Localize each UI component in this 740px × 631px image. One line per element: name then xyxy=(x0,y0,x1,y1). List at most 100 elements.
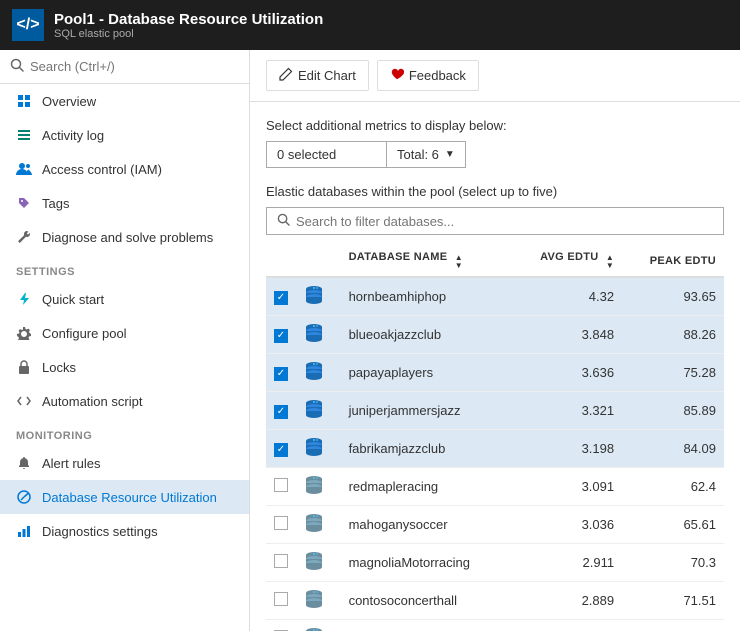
db-name: papayaplayers xyxy=(341,354,511,392)
col-peak-edtu: PEAK EDTU xyxy=(622,245,724,277)
table-row[interactable]: contosoconcerthall2.88971.51 xyxy=(266,582,724,620)
db-icon-cell xyxy=(296,544,341,582)
row-checkbox[interactable] xyxy=(266,620,296,631)
avg-edtu: 2.889 xyxy=(511,582,622,620)
settings-section-label: SETTINGS xyxy=(0,254,249,282)
db-name: redmapleracing xyxy=(341,468,511,506)
flash-icon xyxy=(16,291,32,307)
table-row[interactable]: magnoliaMotorracing2.91170.3 xyxy=(266,544,724,582)
edit-chart-button[interactable]: Edit Chart xyxy=(266,60,369,91)
db-icon-cell xyxy=(296,392,341,430)
sidebar-item-tags[interactable]: Tags xyxy=(0,186,249,220)
unchecked-icon xyxy=(274,478,288,492)
list-icon xyxy=(16,127,32,143)
people-icon xyxy=(16,161,32,177)
sidebar-item-alert-rules[interactable]: Alert rules xyxy=(0,446,249,480)
table-row[interactable]: ✓ juniperjammersjazz3.32185.89 xyxy=(266,392,724,430)
avg-edtu: 3.091 xyxy=(511,468,622,506)
peak-edtu: 70.3 xyxy=(622,544,724,582)
overview-label: Overview xyxy=(42,94,96,109)
feedback-button[interactable]: Feedback xyxy=(377,60,479,91)
sidebar-item-automation-script[interactable]: Automation script xyxy=(0,384,249,418)
db-search-input[interactable] xyxy=(296,214,713,229)
checked-icon: ✓ xyxy=(274,443,288,457)
sort-arrows-name: ▲▼ xyxy=(455,254,463,270)
row-checkbox[interactable] xyxy=(266,468,296,506)
row-checkbox[interactable]: ✓ xyxy=(266,354,296,392)
sidebar-item-configure-pool[interactable]: Configure pool xyxy=(0,316,249,350)
toolbar: Edit Chart Feedback xyxy=(250,50,740,102)
database-table: DATABASE NAME ▲▼ AVG EDTU ▲▼ PEAK EDTU ✓ xyxy=(266,245,724,631)
sidebar-item-activity-log[interactable]: Activity log xyxy=(0,118,249,152)
metrics-section-label: Select additional metrics to display bel… xyxy=(266,118,724,133)
sidebar-item-diagnostics[interactable]: Diagnostics settings xyxy=(0,514,249,548)
row-checkbox[interactable] xyxy=(266,506,296,544)
col-db-name[interactable]: DATABASE NAME ▲▼ xyxy=(341,245,511,277)
header: </> Pool1 - Database Resource Utilizatio… xyxy=(0,0,740,50)
table-row[interactable]: dogwooddojo2.73157.49 xyxy=(266,620,724,631)
col-avg-edtu[interactable]: AVG EDTU ▲▼ xyxy=(511,245,622,277)
activity-log-label: Activity log xyxy=(42,128,104,143)
configure-pool-label: Configure pool xyxy=(42,326,127,341)
table-row[interactable]: ✓ hornbeamhiphop4.3293.65 xyxy=(266,277,724,316)
pencil-icon xyxy=(279,67,293,84)
db-name: juniperjammersjazz xyxy=(341,392,511,430)
table-row[interactable]: ✓ fabrikamjazzclub3.19884.09 xyxy=(266,430,724,468)
table-row[interactable]: ✓ blueoakjazzclub3.84888.26 xyxy=(266,316,724,354)
database-icon xyxy=(304,360,324,382)
sidebar-item-diagnose[interactable]: Diagnose and solve problems xyxy=(0,220,249,254)
row-checkbox[interactable] xyxy=(266,544,296,582)
table-row[interactable]: redmapleracing3.09162.4 xyxy=(266,468,724,506)
locks-label: Locks xyxy=(42,360,76,375)
diagnostics-label: Diagnostics settings xyxy=(42,524,158,539)
edit-chart-label: Edit Chart xyxy=(298,68,356,83)
sidebar-item-overview[interactable]: Overview xyxy=(0,84,249,118)
metrics-total-dropdown[interactable]: Total: 6 ▼ xyxy=(386,141,466,168)
page-title: Pool1 - Database Resource Utilization xyxy=(54,11,323,28)
sidebar-item-locks[interactable]: Locks xyxy=(0,350,249,384)
sidebar-item-access-control[interactable]: Access control (IAM) xyxy=(0,152,249,186)
checked-icon: ✓ xyxy=(274,329,288,343)
db-name: contosoconcerthall xyxy=(341,582,511,620)
db-search-box[interactable] xyxy=(266,207,724,235)
database-icon xyxy=(304,550,324,572)
db-icon-cell xyxy=(296,316,341,354)
quick-start-label: Quick start xyxy=(42,292,104,307)
database-icon xyxy=(304,474,324,496)
db-icon-cell xyxy=(296,354,341,392)
search-box[interactable] xyxy=(0,50,249,84)
search-icon xyxy=(10,58,24,75)
lock-icon xyxy=(16,359,32,375)
sidebar-item-db-resource[interactable]: Database Resource Utilization xyxy=(0,480,249,514)
row-checkbox[interactable]: ✓ xyxy=(266,430,296,468)
app-icon: </> xyxy=(12,9,44,41)
metrics-selected-display: 0 selected xyxy=(266,141,386,168)
database-icon xyxy=(304,284,324,306)
row-checkbox[interactable]: ✓ xyxy=(266,316,296,354)
col-icon xyxy=(296,245,341,277)
automation-script-label: Automation script xyxy=(42,394,142,409)
chevron-down-icon: ▼ xyxy=(445,149,455,160)
db-resource-label: Database Resource Utilization xyxy=(42,490,217,505)
peak-edtu: 71.51 xyxy=(622,582,724,620)
diagnose-label: Diagnose and solve problems xyxy=(42,230,213,245)
row-checkbox[interactable] xyxy=(266,582,296,620)
checked-icon: ✓ xyxy=(274,367,288,381)
wrench-icon xyxy=(16,229,32,245)
peak-edtu: 93.65 xyxy=(622,277,724,316)
row-checkbox[interactable]: ✓ xyxy=(266,392,296,430)
col-check xyxy=(266,245,296,277)
alert-rules-label: Alert rules xyxy=(42,456,101,471)
db-search-icon xyxy=(277,213,290,229)
metrics-total-label: Total: 6 xyxy=(397,147,439,162)
table-row[interactable]: ✓ papayaplayers3.63675.28 xyxy=(266,354,724,392)
metrics-select-control[interactable]: 0 selected Total: 6 ▼ xyxy=(266,141,724,168)
database-icon xyxy=(304,436,324,458)
table-row[interactable]: mahoganysoccer3.03665.61 xyxy=(266,506,724,544)
avg-edtu: 3.036 xyxy=(511,506,622,544)
row-checkbox[interactable]: ✓ xyxy=(266,277,296,316)
search-input[interactable] xyxy=(30,59,239,74)
sidebar-item-quick-start[interactable]: Quick start xyxy=(0,282,249,316)
tags-label: Tags xyxy=(42,196,69,211)
page-subtitle: SQL elastic pool xyxy=(54,28,323,40)
